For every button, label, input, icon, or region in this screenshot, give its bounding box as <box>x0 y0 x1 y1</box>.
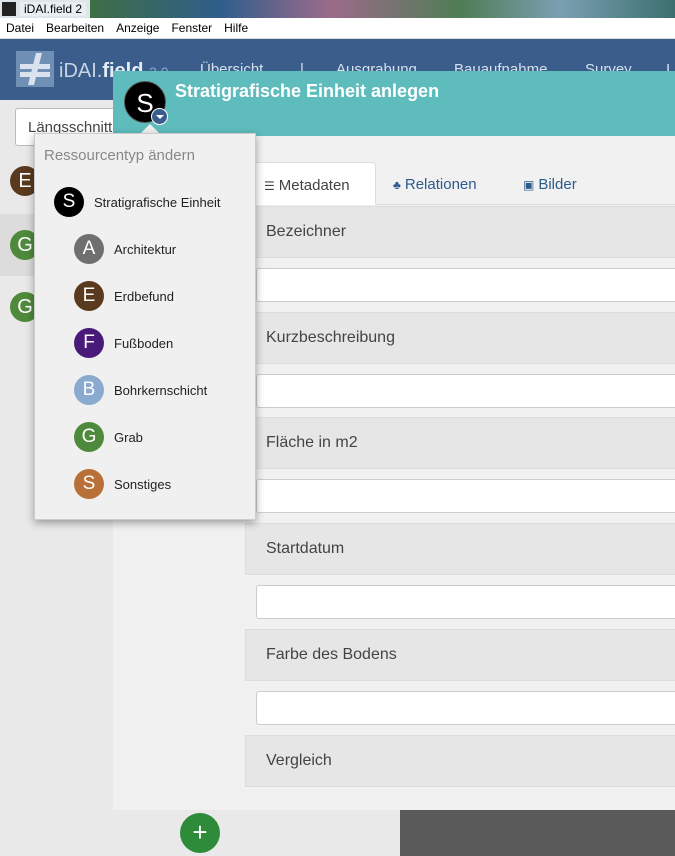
image-icon: ▣ <box>523 178 535 192</box>
field-kurzbeschreibung: Kurzbeschreibung <box>245 312 675 418</box>
type-badge: E <box>74 281 104 311</box>
chevron-down-icon[interactable] <box>151 108 168 125</box>
type-badge: A <box>74 234 104 264</box>
startdatum-input[interactable] <box>256 585 675 619</box>
type-label: Stratigrafische Einheit <box>94 195 221 210</box>
brand-prefix: iDAI. <box>59 60 103 82</box>
type-label: Sonstiges <box>114 477 172 492</box>
field-input-wrap <box>245 575 675 629</box>
field-input-wrap <box>245 258 675 312</box>
modal-title: Stratigrafische Einheit anlegen <box>175 81 440 101</box>
type-badge: S <box>54 187 84 217</box>
tab-label: Bilder <box>538 176 577 193</box>
tab-metadaten[interactable]: ☰ Metadaten <box>251 162 376 205</box>
type-badge: S <box>74 469 104 499</box>
type-option-grab[interactable]: G Grab <box>74 422 249 452</box>
modal-header: Stratigrafische Einheit anlegen <box>113 71 675 136</box>
type-badge: F <box>74 328 104 358</box>
modal-tabs: ☰ Metadaten ♣ Relationen ▣ Bilder <box>245 162 675 205</box>
type-label: Architektur <box>114 242 177 257</box>
field-input-wrap <box>245 469 675 523</box>
window-titlebar: iDAI.field 2 <box>0 0 675 18</box>
field-vergleich: Vergleich <box>245 735 675 787</box>
titlebar-background <box>0 0 675 18</box>
field-label: Fläche in m2 <box>245 417 675 469</box>
app-logo-icon <box>2 2 16 16</box>
bezeichner-input[interactable] <box>256 268 675 302</box>
popover-arrow <box>141 124 159 133</box>
field-label: Vergleich <box>245 735 675 787</box>
field-label: Kurzbeschreibung <box>245 312 675 364</box>
tab-bilder[interactable]: ▣ Bilder <box>511 162 589 205</box>
flaeche-input[interactable] <box>256 479 675 513</box>
type-option-fussboden[interactable]: F Fußboden <box>74 328 249 358</box>
tab-label: Relationen <box>404 176 477 193</box>
popover-title: Ressourcentyp ändern <box>44 147 195 164</box>
kurzbeschreibung-input[interactable] <box>256 374 675 408</box>
tab-label: Metadaten <box>278 177 350 194</box>
type-option-sonstiges[interactable]: S Sonstiges <box>74 469 249 499</box>
menu-fenster[interactable]: Fenster <box>165 18 218 35</box>
menu-anzeige[interactable]: Anzeige <box>110 18 165 35</box>
menu-datei[interactable]: Datei <box>0 18 40 35</box>
farbe-des-bodens-input[interactable] <box>256 691 675 725</box>
add-resource-button[interactable]: + <box>180 813 220 853</box>
type-badge: G <box>74 422 104 452</box>
type-option-stratigrafische-einheit[interactable]: S Stratigrafische Einheit <box>54 187 249 217</box>
resource-list-footer <box>113 810 400 856</box>
list-icon: ☰ <box>264 179 275 193</box>
field-label: Farbe des Bodens <box>245 629 675 681</box>
type-label: Erdbefund <box>114 289 174 304</box>
type-label: Grab <box>114 430 143 445</box>
type-option-architektur[interactable]: A Architektur <box>74 234 249 264</box>
field-label: Bezeichner <box>245 206 675 258</box>
type-label: Bohrkernschicht <box>114 383 208 398</box>
menu-hilfe[interactable]: Hilfe <box>218 18 254 35</box>
field-logo-icon <box>16 51 54 87</box>
field-bezeichner: Bezeichner <box>245 206 675 312</box>
sitemap-icon: ♣ <box>393 178 401 192</box>
type-badge: B <box>74 375 104 405</box>
menu-bar: Datei Bearbeiten Anzeige Fenster Hilfe <box>0 18 675 39</box>
field-input-wrap <box>245 364 675 418</box>
menu-bearbeiten[interactable]: Bearbeiten <box>40 18 110 35</box>
change-type-popover: Ressourcentyp ändern S Stratigrafische E… <box>34 133 256 520</box>
field-flaeche: Fläche in m2 <box>245 417 675 523</box>
type-option-bohrkernschicht[interactable]: B Bohrkernschicht <box>74 375 249 405</box>
type-label: Fußboden <box>114 336 174 351</box>
type-option-erdbefund[interactable]: E Erdbefund <box>74 281 249 311</box>
field-farbe-des-bodens: Farbe des Bodens <box>245 629 675 735</box>
field-startdatum: Startdatum <box>245 523 675 629</box>
window-title: iDAI.field 2 <box>20 2 87 16</box>
field-input-wrap <box>245 681 675 735</box>
tab-relationen[interactable]: ♣ Relationen <box>381 162 489 205</box>
field-label: Startdatum <box>245 523 675 575</box>
